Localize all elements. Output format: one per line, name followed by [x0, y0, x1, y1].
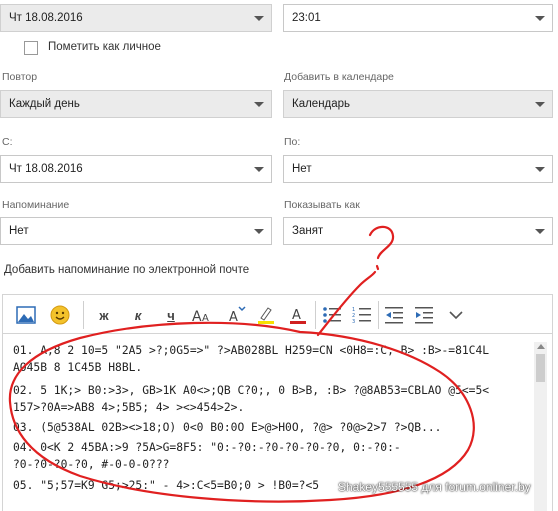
red-annotation-overlay: [8, 225, 475, 503]
watermark: Shakey555555 для forum.onliner.by: [338, 480, 531, 494]
